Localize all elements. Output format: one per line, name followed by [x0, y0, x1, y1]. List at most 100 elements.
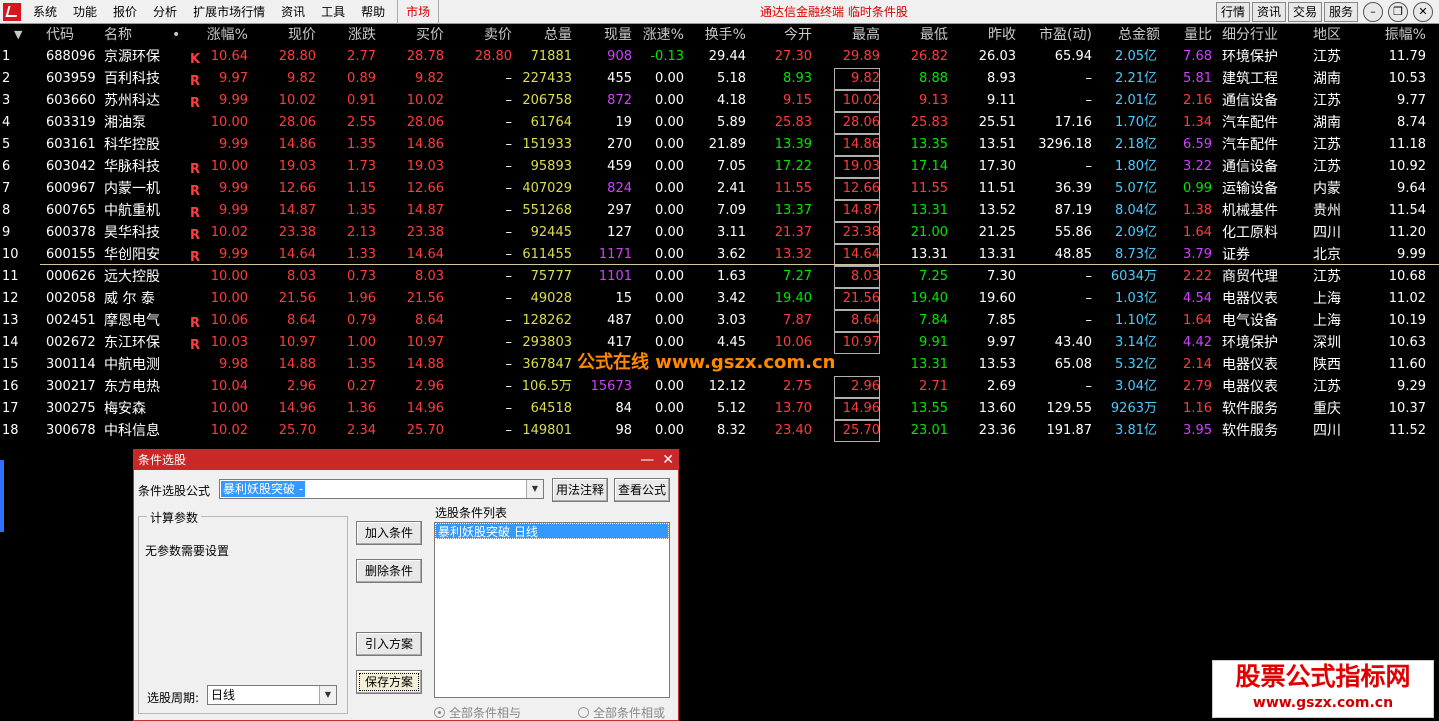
cell-price: 23.38	[278, 225, 316, 240]
menu-analysis[interactable]: 分析	[145, 0, 185, 24]
condition-list[interactable]: 暴利妖股突破 日线	[434, 522, 670, 698]
dialog-minimize-icon[interactable]: —	[640, 450, 654, 470]
table-row[interactable]: 13 002451 摩恩电气 R 10.06 8.64 0.79 8.64–128262 487…	[0, 310, 1439, 332]
cell-speed: 0.00	[655, 137, 684, 152]
menu-quote[interactable]: 报价	[105, 0, 145, 24]
table-row[interactable]: 5 603161 科华控股 9.99 14.86 1.35 14.86 –151933 270 0…	[0, 134, 1439, 156]
menu-tools[interactable]: 工具	[313, 0, 353, 24]
header-col-code[interactable]: 代码	[46, 24, 96, 46]
cell-amount: 8.73	[1115, 247, 1144, 262]
trade-button[interactable]: 交易	[1287, 2, 1322, 22]
table-row[interactable]: 6 603042 华脉科技 R 10.00 19.03 1.73 19.03–95893 459…	[0, 156, 1439, 178]
cell-industry: 软件服务	[1222, 401, 1278, 417]
table-row[interactable]: 1 688096 京源环保 K 10.64 28.80 2.77 28.78 28.80 7188…	[0, 46, 1439, 68]
restore-icon[interactable]: ❐	[1388, 2, 1408, 22]
menu-system[interactable]: 系统	[25, 0, 65, 24]
header-col-low[interactable]: 最低	[884, 24, 948, 46]
cell-name: 中科信息	[104, 423, 160, 439]
header-col-price[interactable]: 现价	[262, 24, 316, 46]
dialog-titlebar[interactable]: 条件选股 — ✕	[134, 450, 678, 470]
cell-ask: 28.80	[474, 49, 512, 64]
header-col-prev-close[interactable]: 昨收	[956, 24, 1016, 46]
cell-amplitude: 11.54	[1388, 203, 1426, 218]
usage-note-button[interactable]: 用法注释	[552, 478, 608, 502]
table-row[interactable]: 16 300217 东方电热 10.04 2.96 0.27 2.96–106.5万 1567…	[0, 376, 1439, 398]
add-condition-button[interactable]: 加入条件	[356, 521, 422, 545]
cell-vol-ratio: 3.79	[1183, 247, 1212, 262]
header-col-vol-ratio[interactable]: 量比	[1166, 24, 1212, 46]
cell-high: 8.64	[834, 310, 880, 332]
row-number: 7	[2, 181, 11, 196]
cell-pe: 43.40	[1054, 335, 1092, 350]
header-col-turnover[interactable]: 换手%	[690, 24, 746, 46]
menu-extended-market[interactable]: 扩展市场行情	[185, 0, 273, 24]
header-col-bid[interactable]: 买价	[390, 24, 444, 46]
menu-function[interactable]: 功能	[65, 0, 105, 24]
header-col-change-pct[interactable]: 涨幅%	[196, 24, 248, 46]
cell-code: 603161	[46, 137, 96, 152]
chevron-down-icon[interactable]: ▼	[319, 686, 336, 704]
cell-current-vol: 824	[607, 181, 632, 196]
cell-region: 湖南	[1313, 71, 1341, 87]
menu-news[interactable]: 资讯	[273, 0, 313, 24]
cell-prev-close: 8.93	[987, 71, 1016, 86]
row-number: 18	[2, 423, 19, 438]
cell-name: 苏州科达	[104, 93, 160, 109]
delete-condition-button[interactable]: 删除条件	[356, 559, 422, 583]
header-col-dot[interactable]: •	[172, 24, 184, 46]
view-formula-button[interactable]: 查看公式	[614, 478, 670, 502]
save-scheme-button[interactable]: 保存方案	[356, 670, 422, 694]
header-col-name[interactable]: 名称	[104, 24, 174, 46]
menu-help[interactable]: 帮助	[353, 0, 393, 24]
cell-region: 江苏	[1313, 379, 1341, 395]
formula-select[interactable]: 暴利妖股突破 - ▼	[219, 479, 544, 499]
list-item[interactable]: 暴利妖股突破 日线	[435, 523, 669, 539]
header-col-ask[interactable]: 卖价	[456, 24, 512, 46]
close-icon[interactable]: ✕	[1413, 2, 1433, 22]
radio-all-or[interactable]: 全部条件相或	[578, 704, 665, 721]
cell-bid: 28.06	[406, 115, 444, 130]
radio-all-and[interactable]: 全部条件相与	[434, 704, 521, 721]
cell-change: 1.15	[347, 181, 376, 196]
service-button[interactable]: 服务	[1323, 2, 1358, 22]
header-col-open[interactable]: 今开	[758, 24, 812, 46]
cell-speed: 0.00	[655, 291, 684, 306]
minimize-icon[interactable]: –	[1363, 2, 1383, 22]
table-row[interactable]: 9 600378 昊华科技 R 10.02 23.38 2.13 23.38–92445 127…	[0, 222, 1439, 244]
table-row[interactable]: 12 002058 威 尔 泰 10.00 21.56 1.96 21.56 – 49028 15…	[0, 288, 1439, 310]
header-col-amount[interactable]: 总金额	[1100, 24, 1160, 46]
quote-button[interactable]: 行情	[1215, 2, 1250, 22]
period-select[interactable]: 日线 ▼	[207, 685, 337, 705]
table-row[interactable]: 17 300275 梅安森 10.00 14.96 1.36 14.96 – 64518 84 0.…	[0, 398, 1439, 420]
table-row[interactable]: 18 300678 中科信息 10.02 25.70 2.34 25.70 –149801 98…	[0, 420, 1439, 442]
header-col-speed[interactable]: 涨速%	[636, 24, 684, 46]
header-col-industry[interactable]: 细分行业	[1222, 24, 1288, 46]
cell-ask: –	[505, 313, 513, 328]
header-col-pe[interactable]: 市盈(动)	[1024, 24, 1092, 46]
table-row[interactable]: 7 600967 内蒙一机 R 9.99 12.66 1.15 12.66–407029 824…	[0, 178, 1439, 200]
dialog-close-icon[interactable]: ✕	[662, 450, 674, 470]
header-col-change[interactable]: 涨跌	[322, 24, 376, 46]
cell-amount: 2.21	[1115, 71, 1144, 86]
table-row[interactable]: 11 000626 远大控股 10.00 8.03 0.73 8.03 – 75777 1101 0…	[0, 266, 1439, 288]
chevron-down-icon[interactable]: ▼	[526, 480, 543, 498]
table-row[interactable]: 3 603660 苏州科达 R 9.99 10.02 0.91 10.02–206758 872…	[0, 90, 1439, 112]
header-col-volume[interactable]: 总量	[512, 24, 572, 46]
cell-turnover: 7.05	[717, 159, 746, 174]
cell-amplitude: 10.68	[1388, 269, 1426, 284]
menu-market[interactable]: 市场	[397, 0, 440, 24]
sort-indicator-icon[interactable]: ▼	[14, 24, 22, 46]
header-col-current-vol[interactable]: 现量	[580, 24, 632, 46]
header-col-region[interactable]: 地区	[1313, 24, 1349, 46]
header-col-amplitude[interactable]: 振幅%	[1370, 24, 1426, 46]
cell-name: 百利科技	[104, 71, 160, 87]
side-panel-handle[interactable]	[0, 460, 4, 532]
table-row[interactable]: 4 603319 湘油泵 10.00 28.06 2.55 28.06 – 61764 19 0.0…	[0, 112, 1439, 134]
cell-high: 14.96	[834, 398, 880, 420]
import-scheme-button[interactable]: 引入方案	[356, 632, 422, 656]
table-row[interactable]: 8 600765 中航重机 R 9.99 14.87 1.35 14.87–551268 297…	[0, 200, 1439, 222]
header-col-high[interactable]: 最高	[832, 24, 880, 46]
news-button[interactable]: 资讯	[1251, 2, 1286, 22]
table-row[interactable]: 2 603959 百利科技 R 9.97 9.82 0.89 9.82–227433 455 0.…	[0, 68, 1439, 90]
table-row[interactable]: 10 600155 华创阳安 R 9.99 14.64 1.33 14.64–611455 11…	[0, 244, 1439, 266]
